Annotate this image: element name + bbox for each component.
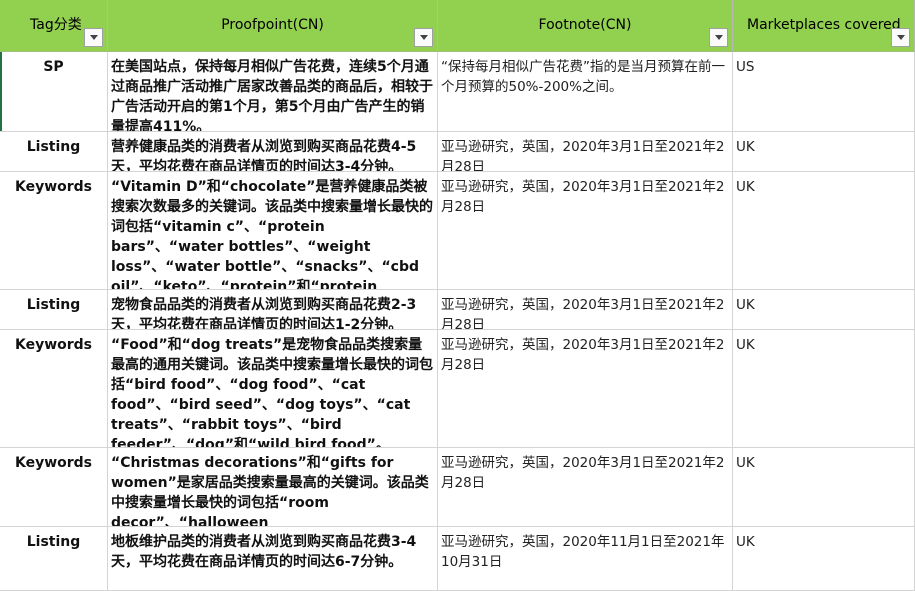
cell-footnote[interactable]: “保持每月相似广告花费”指的是当月预算在前一个月预算的50%-200%之间。 (438, 52, 733, 132)
cell-footnote[interactable]: 亚马逊研究，英国，2020年3月1日至2021年2月28日 (438, 330, 733, 448)
header-row: Tag分类 Proofpoint(CN) Footnote(CN) Market… (0, 0, 915, 52)
header-cell-proofpoint[interactable]: Proofpoint(CN) (108, 0, 438, 52)
cell-marketplace[interactable]: UK (733, 290, 915, 330)
cell-tag[interactable]: Listing (0, 527, 108, 591)
chevron-down-icon (89, 35, 98, 40)
cell-tag[interactable]: Keywords (0, 330, 108, 448)
cell-proofpoint[interactable]: “Food”和“dog treats”是宠物食品品类搜索量最高的通用关键词。该品… (108, 330, 438, 448)
cell-proofpoint[interactable]: 在美国站点，保持每月相似广告花费，连续5个月通过商品推广活动推广居家改善品类的商… (108, 52, 438, 132)
cell-proofpoint[interactable]: 营养健康品类的消费者从浏览到购买商品花费4-5天，平均花费在商品详情页的时间达3… (108, 132, 438, 172)
cell-proofpoint[interactable]: “Christmas decorations”和“gifts for women… (108, 448, 438, 527)
filter-dropdown-footnote[interactable] (709, 28, 728, 47)
table-row: Keywords “Vitamin D”和“chocolate”是营养健康品类被… (0, 172, 915, 290)
table-row: Listing 营养健康品类的消费者从浏览到购买商品花费4-5天，平均花费在商品… (0, 132, 915, 172)
cell-proofpoint[interactable]: “Vitamin D”和“chocolate”是营养健康品类被搜索次数最多的关键… (108, 172, 438, 290)
table-row: Keywords “Food”和“dog treats”是宠物食品品类搜索量最高… (0, 330, 915, 448)
header-label-proofpoint: Proofpoint(CN) (221, 17, 324, 33)
cell-footnote[interactable]: 亚马逊研究，英国，2020年3月1日至2021年2月28日 (438, 290, 733, 330)
chevron-down-icon (419, 35, 428, 40)
header-label-marketplaces: Marketplaces covered (747, 17, 901, 33)
cell-footnote[interactable]: 亚马逊研究，英国，2020年3月1日至2021年2月28日 (438, 132, 733, 172)
filter-dropdown-tag[interactable] (84, 28, 103, 47)
filter-dropdown-proofpoint[interactable] (414, 28, 433, 47)
cell-proofpoint[interactable]: 宠物食品品类的消费者从浏览到购买商品花费2-3天，平均花费在商品详情页的时间达1… (108, 290, 438, 330)
cell-tag[interactable]: SP (0, 52, 108, 132)
header-cell-footnote[interactable]: Footnote(CN) (438, 0, 733, 52)
cell-tag[interactable]: Keywords (0, 448, 108, 527)
active-cell-indicator (0, 52, 2, 131)
chevron-down-icon (896, 35, 905, 40)
header-label-footnote: Footnote(CN) (538, 17, 632, 33)
header-cell-marketplaces[interactable]: Marketplaces covered (733, 0, 915, 52)
cell-marketplace[interactable]: UK (733, 527, 915, 591)
cell-marketplace[interactable]: UK (733, 132, 915, 172)
cell-marketplace[interactable]: UK (733, 448, 915, 527)
table-row: Keywords “Christmas decorations”和“gifts … (0, 448, 915, 527)
cell-footnote[interactable]: 亚马逊研究，英国，2020年11月1日至2021年10月31日 (438, 527, 733, 591)
cell-marketplace[interactable]: UK (733, 172, 915, 290)
cell-tag[interactable]: Listing (0, 290, 108, 330)
cell-footnote[interactable]: 亚马逊研究，英国，2020年3月1日至2021年2月28日 (438, 172, 733, 290)
table-row: Listing 地板维护品类的消费者从浏览到购买商品花费3-4天，平均花费在商品… (0, 527, 915, 591)
header-label-tag: Tag分类 (30, 17, 82, 33)
cell-proofpoint[interactable]: 地板维护品类的消费者从浏览到购买商品花费3-4天，平均花费在商品详情页的时间达6… (108, 527, 438, 591)
header-cell-tag[interactable]: Tag分类 (0, 0, 108, 52)
cell-tag[interactable]: Keywords (0, 172, 108, 290)
cell-footnote[interactable]: 亚马逊研究，英国，2020年3月1日至2021年2月28日 (438, 448, 733, 527)
chevron-down-icon (714, 35, 723, 40)
cell-marketplace[interactable]: UK (733, 330, 915, 448)
cell-tag[interactable]: Listing (0, 132, 108, 172)
filter-dropdown-marketplaces[interactable] (891, 28, 910, 47)
table-row: SP 在美国站点，保持每月相似广告花费，连续5个月通过商品推广活动推广居家改善品… (0, 52, 915, 132)
cell-marketplace[interactable]: US (733, 52, 915, 132)
spreadsheet-grid: Tag分类 Proofpoint(CN) Footnote(CN) Market… (0, 0, 915, 591)
table-row: Listing 宠物食品品类的消费者从浏览到购买商品花费2-3天，平均花费在商品… (0, 290, 915, 330)
